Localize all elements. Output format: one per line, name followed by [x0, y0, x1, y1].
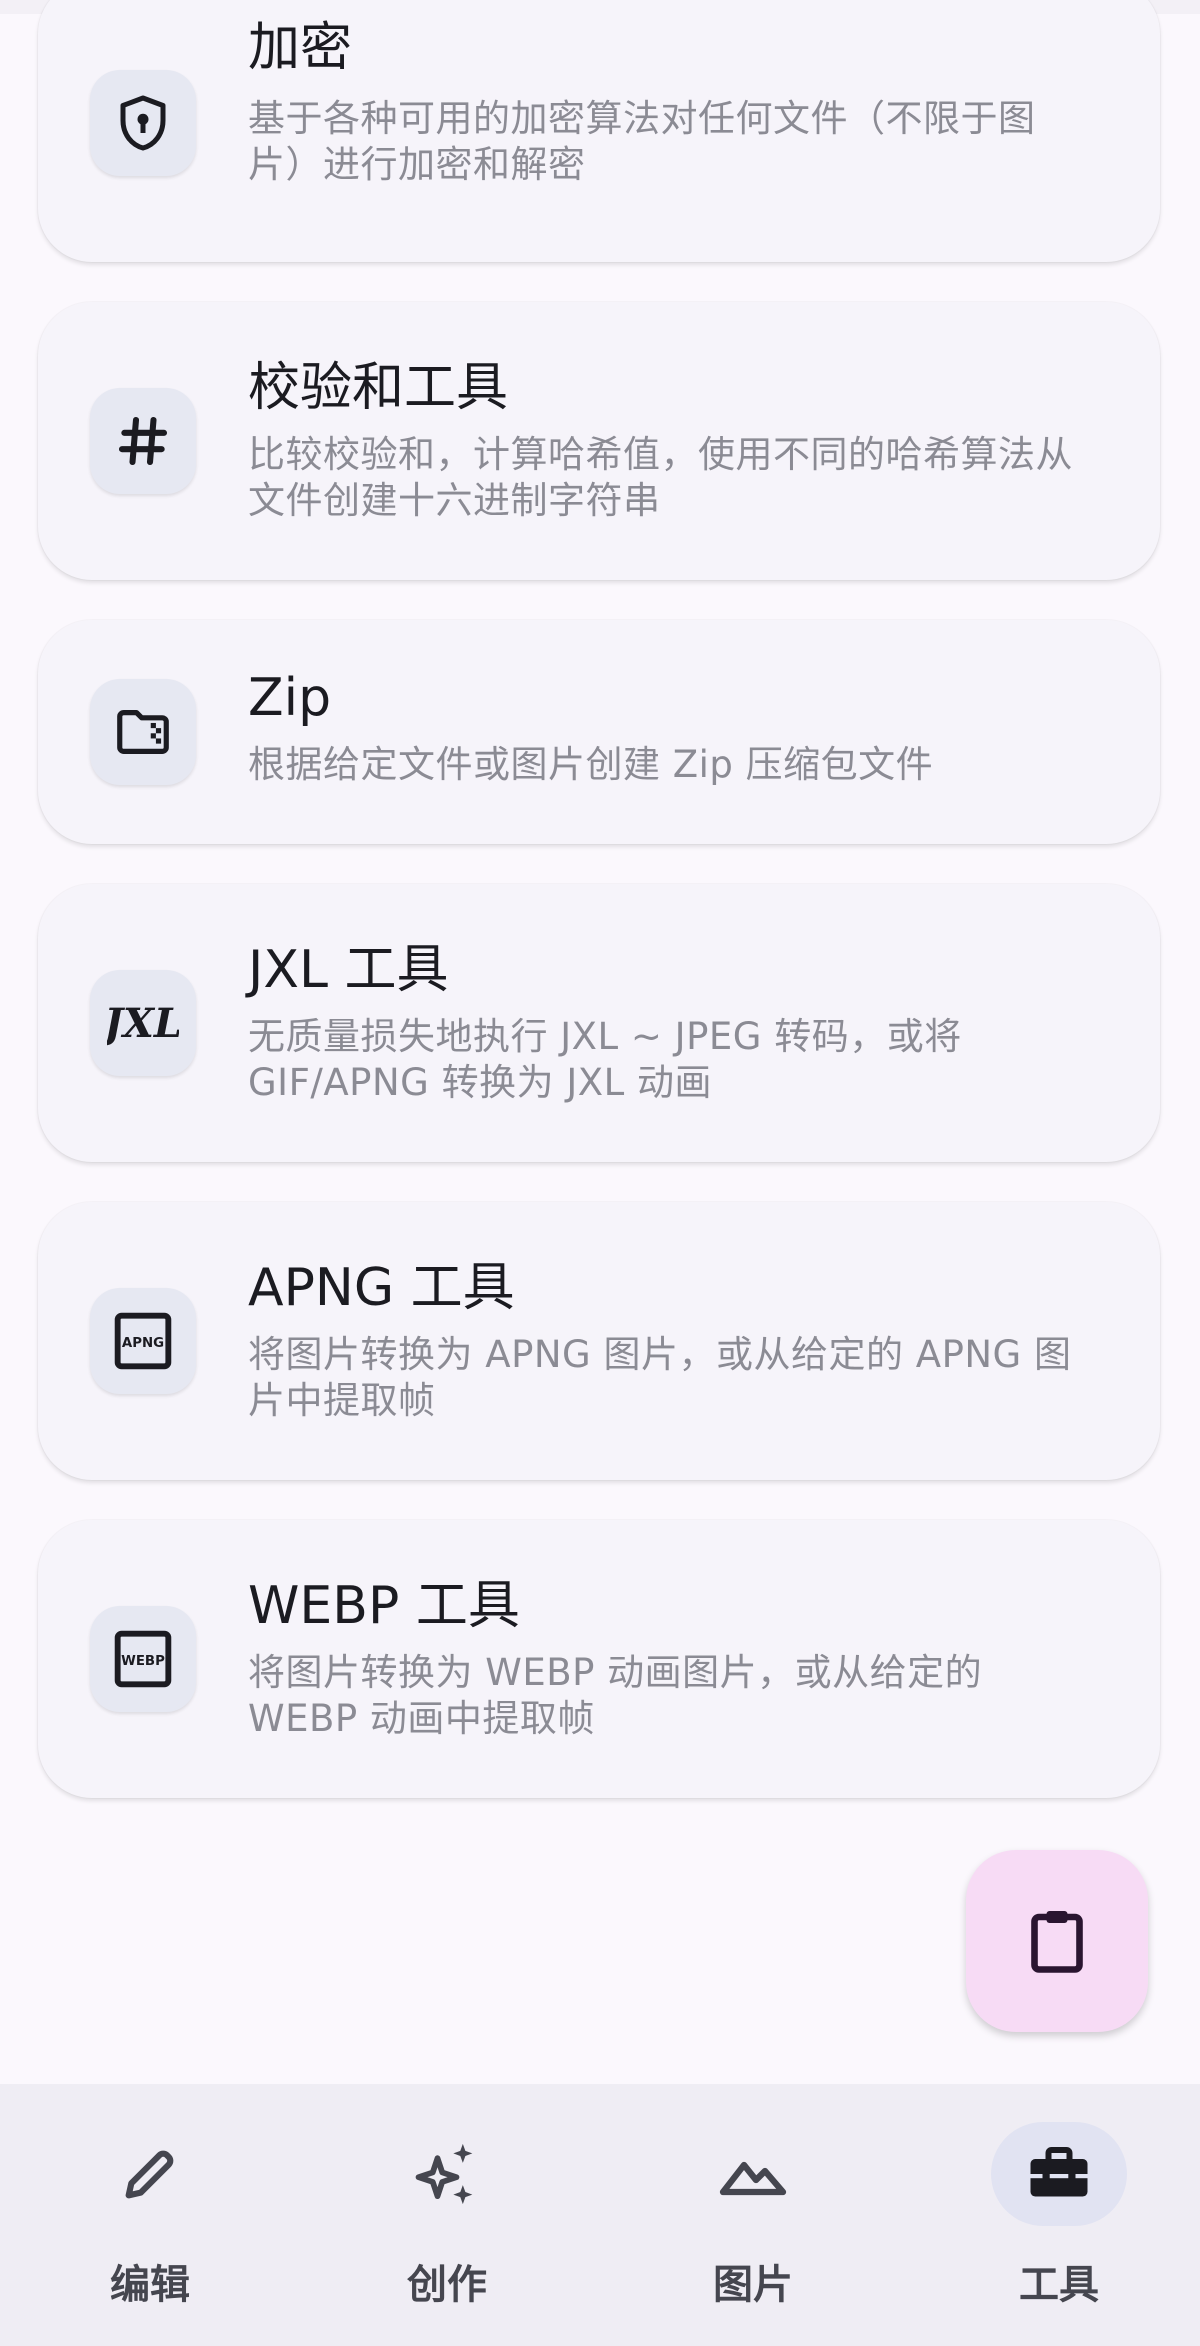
mountains-icon: [719, 2161, 787, 2196]
tool-card-checksum[interactable]: 校验和工具 比较校验和，计算哈希值，使用不同的哈希算法从文件创建十六进制字符串: [38, 302, 1160, 580]
tool-title: Zip: [248, 668, 332, 728]
tool-title: 校验和工具: [248, 358, 509, 418]
clipboard-icon: [1031, 1911, 1083, 1973]
nav-item-edit[interactable]: 编辑: [0, 2122, 300, 2322]
tool-description: 将图片转换为 WEBP 动画图片，或从给定的 WEBP 动画中提取帧: [248, 1651, 983, 1740]
nav-label: 编辑: [110, 2262, 190, 2308]
sparkles-icon: [415, 2143, 473, 2205]
nav-pill: [82, 2122, 218, 2226]
shield-lock-icon: [90, 70, 196, 176]
paste-fab-button[interactable]: [966, 1850, 1148, 2032]
nav-pill: [685, 2122, 821, 2226]
nav-label: 图片: [713, 2262, 793, 2308]
webp-icon-text: WEBP: [121, 1654, 165, 1669]
tool-description: 根据给定文件或图片创建 Zip 压缩包文件: [248, 743, 934, 786]
toolbox-icon: [1030, 2147, 1088, 2197]
jxl-icon: JXL: [90, 970, 196, 1076]
nav-item-create[interactable]: 创作: [297, 2122, 597, 2322]
tool-description: 比较校验和，计算哈希值，使用不同的哈希算法从文件创建十六进制字符串: [248, 433, 1073, 522]
hash-icon: [90, 388, 196, 494]
tool-description: 无质量损失地执行 JXL ~ JPEG 转码，或将 GIF/APNG 转换为 J…: [248, 1015, 962, 1104]
apng-icon: APNG: [90, 1288, 196, 1394]
tool-card-jxl[interactable]: JXL JXL 工具 无质量损失地执行 JXL ~ JPEG 转码，或将 GIF…: [38, 884, 1160, 1162]
tool-description: 基于各种可用的加密算法对任何文件（不限于图片）进行加密和解密: [248, 97, 1036, 186]
tool-title: JXL 工具: [248, 940, 449, 1000]
tool-card-encryption[interactable]: 加密 基于各种可用的加密算法对任何文件（不限于图片）进行加密和解密: [38, 0, 1160, 262]
tool-title: APNG 工具: [248, 1258, 515, 1318]
tool-card-apng[interactable]: APNG APNG 工具 将图片转换为 APNG 图片，或从给定的 APNG 图…: [38, 1202, 1160, 1480]
zip-folder-icon: [90, 679, 196, 785]
nav-pill: [379, 2122, 515, 2226]
nav-label: 工具: [1019, 2262, 1099, 2308]
tool-card-webp[interactable]: WEBP WEBP 工具 将图片转换为 WEBP 动画图片，或从给定的 WEBP…: [38, 1520, 1160, 1798]
tool-title: 加密: [248, 18, 353, 78]
nav-item-images[interactable]: 图片: [603, 2122, 903, 2322]
pencil-icon: [125, 2150, 174, 2199]
bottom-navigation-bar: 编辑 创作 图片 工具: [0, 2084, 1200, 2346]
nav-pill-active: [991, 2122, 1127, 2226]
apng-icon-text: APNG: [122, 1336, 164, 1351]
webp-icon: WEBP: [90, 1606, 196, 1712]
tool-card-zip[interactable]: Zip 根据给定文件或图片创建 Zip 压缩包文件: [38, 620, 1160, 844]
svg-text:JXL: JXL: [107, 1000, 179, 1047]
tool-description: 将图片转换为 APNG 图片，或从给定的 APNG 图片中提取帧: [248, 1333, 1072, 1422]
tool-title: WEBP 工具: [248, 1576, 520, 1636]
nav-item-tools[interactable]: 工具: [909, 2122, 1200, 2322]
nav-label: 创作: [407, 2262, 487, 2308]
